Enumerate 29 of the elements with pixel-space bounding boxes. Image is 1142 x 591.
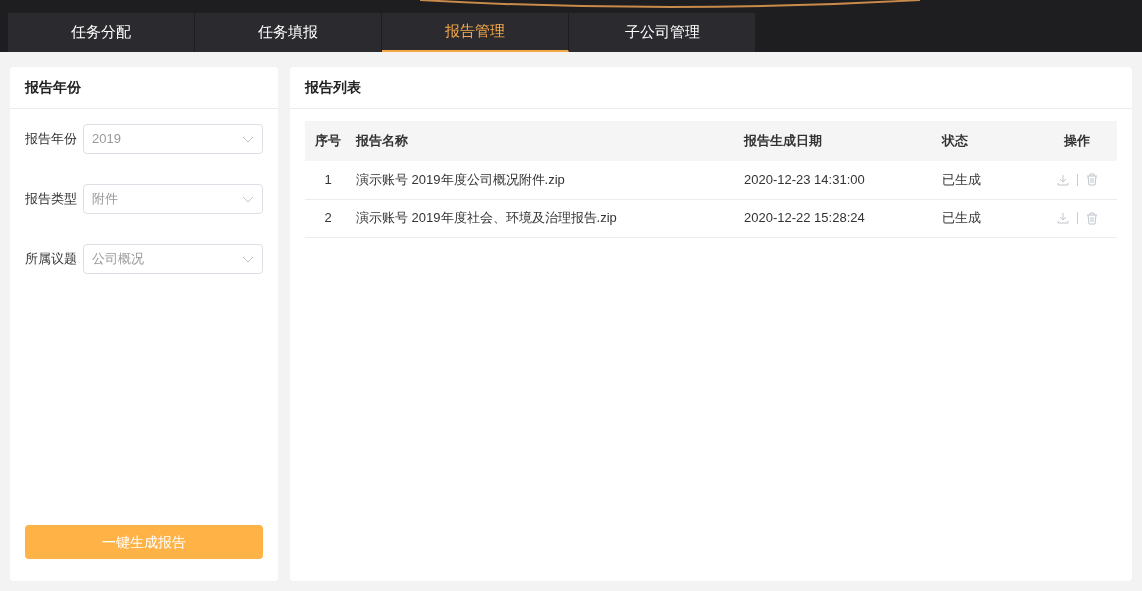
field-label: 报告年份 — [25, 130, 77, 149]
column-header: 报告生成日期 — [744, 133, 822, 149]
download-icon[interactable] — [1056, 173, 1069, 186]
table-cell: 2 — [324, 210, 332, 226]
panel-title: 报告年份 — [25, 78, 81, 97]
table-cell: 演示账号 2019年度公司概况附件.zip — [356, 172, 565, 187]
field-label: 报告类型 — [25, 190, 77, 209]
nav-tab[interactable]: 子公司管理 — [569, 13, 756, 52]
table-cell: 1 — [324, 172, 332, 187]
chevron-down-icon — [242, 135, 254, 143]
field-label: 所属议题 — [25, 250, 77, 269]
nav-tab[interactable]: 任务分配 — [8, 13, 195, 52]
column-header: 状态 — [942, 133, 968, 149]
table-cell: 2020-12-23 14:31:00 — [744, 172, 865, 187]
nav-tab[interactable]: 任务填报 — [195, 13, 382, 52]
download-icon[interactable] — [1056, 212, 1069, 224]
trash-icon[interactable] — [1085, 211, 1098, 225]
table-cell: 2020-12-22 15:28:24 — [744, 210, 865, 226]
chevron-down-icon — [242, 255, 254, 263]
table-cell: 已生成 — [942, 172, 981, 187]
nav-tab[interactable]: 报告管理 — [382, 13, 569, 52]
table-cell: 已生成 — [942, 210, 981, 226]
column-header: 序号 — [315, 133, 341, 149]
trash-icon[interactable] — [1085, 173, 1098, 187]
chevron-down-icon — [242, 195, 254, 203]
column-header: 操作 — [1064, 133, 1090, 149]
column-header: 报告名称 — [356, 133, 408, 149]
panel-title: 报告列表 — [305, 78, 361, 97]
table-cell: 演示账号 2019年度社会、环境及治理报告.zip — [356, 210, 617, 226]
